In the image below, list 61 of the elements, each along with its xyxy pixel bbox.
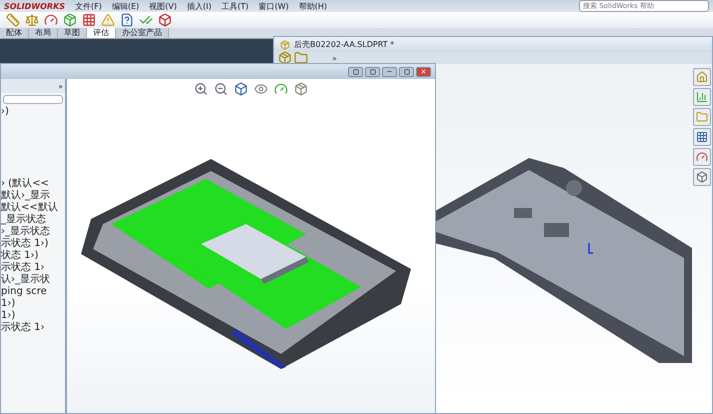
tree-item[interactable]: ›)	[1, 106, 65, 118]
zoom-in-icon[interactable]	[194, 82, 208, 96]
close-button[interactable]	[416, 66, 431, 76]
gauge-icon[interactable]	[44, 13, 58, 27]
menu-item[interactable]: 工具(T)	[222, 0, 249, 12]
expand-button[interactable]: »	[330, 54, 339, 62]
tree-item[interactable]: 示状态 1›	[1, 262, 65, 274]
home-icon[interactable]	[693, 68, 711, 86]
menu-item[interactable]: 窗口(W)	[258, 0, 289, 12]
tree-item[interactable]: 认›_显示状	[1, 274, 65, 286]
package-icon[interactable]	[294, 82, 308, 96]
tree-item[interactable]: 默认<<默认	[1, 202, 65, 214]
close-icon	[420, 68, 427, 75]
maximize-button[interactable]	[399, 66, 414, 76]
command-tab[interactable]: 评估	[87, 28, 116, 38]
package-icon[interactable]	[278, 51, 292, 65]
app-logo: SOLIDWORKS	[4, 2, 66, 10]
tree-item[interactable]: › (默认<<	[1, 178, 65, 190]
command-tab[interactable]: 办公室产品	[116, 28, 169, 38]
minimize-icon	[386, 68, 393, 75]
minimize-button[interactable]	[382, 66, 397, 76]
menu-item[interactable]: 文件(F)	[75, 0, 102, 12]
tree-item[interactable]: 状态 1›)	[1, 250, 65, 262]
tile-button[interactable]	[365, 66, 380, 76]
part-icon	[280, 40, 290, 50]
scale-icon[interactable]	[25, 13, 39, 27]
tree-item[interactable]: 1›)	[1, 310, 65, 322]
tree-item[interactable]: ›_显示状态	[1, 226, 65, 238]
window-icon	[370, 68, 376, 74]
chart-icon[interactable]	[693, 88, 711, 106]
expand-button[interactable]: »	[56, 79, 65, 93]
package-icon[interactable]	[63, 13, 77, 27]
tree-item[interactable]: _显示状态	[1, 214, 65, 226]
cube-icon[interactable]	[234, 82, 248, 96]
document-question-icon[interactable]	[120, 13, 134, 27]
menu-item[interactable]: 编辑(E)	[112, 0, 140, 12]
maximize-icon	[404, 68, 410, 74]
filter-field[interactable]	[3, 95, 63, 104]
tile-button[interactable]	[348, 66, 363, 76]
checkmark-icon[interactable]	[139, 13, 153, 27]
box-icon[interactable]	[693, 168, 711, 186]
tree-item[interactable]: 1›)	[1, 298, 65, 310]
tree-item[interactable]: 示状态 1›	[1, 322, 65, 334]
command-tab[interactable]: 配体	[0, 28, 29, 38]
tree-item[interactable]: 示状态 1›)	[1, 238, 65, 250]
box-icon[interactable]	[158, 13, 172, 27]
tree-item[interactable]: 默认›_显示	[1, 190, 65, 202]
menu-item[interactable]: 插入(I)	[186, 0, 212, 12]
menu-item[interactable]: 帮助(H)	[298, 0, 328, 12]
window-icon	[352, 68, 358, 74]
ruler-icon[interactable]	[6, 13, 20, 27]
window-title: 后壳B02202-AA.SLDPRT *	[294, 39, 394, 50]
grid-icon[interactable]	[82, 13, 96, 27]
command-tab[interactable]: 草图	[58, 28, 87, 38]
zoom-out-icon[interactable]	[214, 82, 228, 96]
eye-icon[interactable]	[254, 82, 268, 96]
folder-icon[interactable]	[294, 51, 308, 65]
tree-item[interactable]: ping scre	[1, 286, 65, 298]
grid-icon[interactable]	[693, 128, 711, 146]
menu-item[interactable]: 视图(V)	[149, 0, 177, 12]
command-tab[interactable]: 布局	[29, 28, 58, 38]
